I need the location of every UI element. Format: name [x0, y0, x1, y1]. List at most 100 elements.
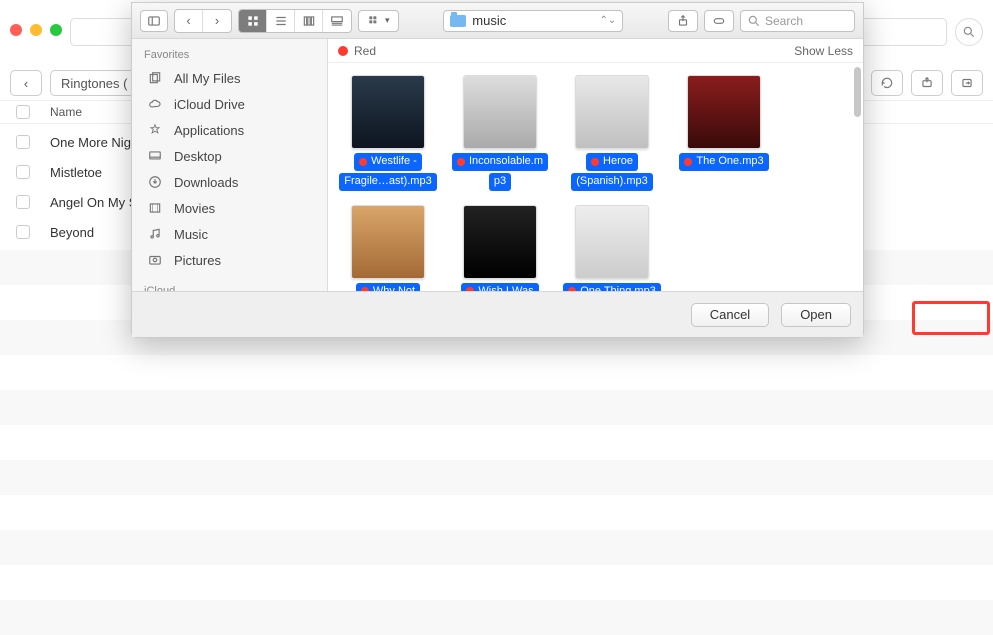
row-checkbox[interactable] [16, 165, 30, 179]
sidebar-item-label: All My Files [174, 71, 240, 86]
import-icon [960, 76, 974, 90]
share-icon [676, 14, 690, 28]
red-tag-dot-icon [361, 287, 369, 291]
file-grid[interactable]: Westlife - Fragile…ast).mp3 Inconsolable… [328, 63, 863, 291]
sidebar-item-all-my-files[interactable]: All My Files [132, 65, 327, 91]
file-label: Inconsolable.m [452, 153, 548, 171]
refresh-icon [880, 76, 894, 90]
dialog-sidebar: Favorites All My Files iCloud Drive Appl… [132, 39, 328, 291]
file-thumbnail [463, 75, 537, 149]
tag-name: Red [354, 44, 376, 58]
path-dropdown[interactable]: music ⌃⌄ [443, 10, 623, 32]
cancel-button[interactable]: Cancel [691, 303, 769, 327]
sidebar-item-applications[interactable]: Applications [132, 117, 327, 143]
bg-tool-2[interactable] [911, 70, 943, 96]
bg-search-button[interactable] [955, 18, 983, 46]
music-icon [146, 226, 164, 242]
red-tag-dot-icon [359, 158, 367, 166]
dialog-content: Red Show Less Westlife - Fragile…ast).mp… [328, 39, 863, 291]
downloads-icon [146, 174, 164, 190]
coverflow-icon [330, 14, 344, 28]
bg-tool-3[interactable] [951, 70, 983, 96]
file-label: Fragile…ast).mp3 [339, 173, 436, 191]
bg-back-button[interactable]: ‹ [10, 70, 42, 96]
nav-forward-button[interactable]: › [203, 10, 231, 32]
dialog-search-field[interactable]: Search [740, 10, 855, 32]
red-tag-dot-icon [684, 158, 692, 166]
column-view-button[interactable] [295, 10, 323, 32]
red-tag-dot-icon [568, 287, 576, 291]
button-label: Cancel [710, 307, 750, 322]
sidebar-item-label: Applications [174, 123, 244, 138]
close-window-button[interactable] [10, 24, 22, 36]
file-thumbnail [687, 75, 761, 149]
file-label: p3 [489, 173, 511, 191]
magnifier-icon [962, 25, 976, 39]
open-button[interactable]: Open [781, 303, 851, 327]
list-icon [274, 14, 288, 28]
view-segmented [238, 9, 352, 33]
open-file-dialog: ‹ › ▾ music ⌃⌄ Search Favorites All My F… [131, 2, 864, 338]
show-less-link[interactable]: Show Less [794, 44, 853, 58]
zoom-window-button[interactable] [50, 24, 62, 36]
minimize-window-button[interactable] [30, 24, 42, 36]
movies-icon [146, 200, 164, 216]
export-icon [920, 76, 934, 90]
file-item[interactable]: Heroe (Spanish).mp3 [556, 75, 668, 191]
row-checkbox[interactable] [16, 195, 30, 209]
sidebar-item-movies[interactable]: Movies [132, 195, 327, 221]
icon-view-button[interactable] [239, 10, 267, 32]
file-label: Heroe [586, 153, 638, 171]
chevron-updown-icon: ⌃⌄ [600, 15, 617, 26]
bg-breadcrumb[interactable]: Ringtones ( [50, 70, 138, 96]
cloud-icon [146, 96, 164, 112]
sidebar-item-music[interactable]: Music [132, 221, 327, 247]
sidebar-item-pictures[interactable]: Pictures [132, 247, 327, 273]
sidebar-item-label: Pictures [174, 253, 221, 268]
file-label: (Spanish).mp3 [571, 173, 653, 191]
path-label: music [472, 13, 506, 28]
bg-select-all-checkbox[interactable] [16, 105, 30, 119]
file-item[interactable]: Wish I Was Your Lover.mp3 [444, 205, 556, 292]
tag-icon [712, 14, 726, 28]
coverflow-view-button[interactable] [323, 10, 351, 32]
nav-segmented: ‹ › [174, 9, 232, 33]
sidebar-item-icloud-drive[interactable]: iCloud Drive [132, 91, 327, 117]
tags-button[interactable] [704, 10, 734, 32]
bg-name-column: Name [50, 105, 82, 119]
arrange-dropdown[interactable]: ▾ [358, 10, 399, 32]
file-label: Wish I Was [461, 283, 538, 292]
folder-icon [450, 15, 466, 27]
file-item[interactable]: Inconsolable.m p3 [444, 75, 556, 191]
row-checkbox[interactable] [16, 225, 30, 239]
breadcrumb-label: Ringtones ( [61, 76, 127, 91]
dialog-toolbar: ‹ › ▾ music ⌃⌄ Search [132, 3, 863, 39]
pictures-icon [146, 252, 164, 268]
sidebar-toggle-button[interactable] [140, 10, 168, 32]
dialog-footer: Cancel Open [132, 291, 863, 337]
bg-tool-1[interactable] [871, 70, 903, 96]
red-tag-dot-icon [338, 46, 348, 56]
sidebar-item-label: Movies [174, 201, 215, 216]
columns-icon [302, 14, 316, 28]
file-item[interactable]: Westlife - Fragile…ast).mp3 [332, 75, 444, 191]
magnifier-icon [747, 14, 761, 28]
list-view-button[interactable] [267, 10, 295, 32]
share-button[interactable] [668, 10, 698, 32]
scrollbar-thumb[interactable] [854, 67, 861, 117]
sidebar-item-downloads[interactable]: Downloads [132, 169, 327, 195]
row-checkbox[interactable] [16, 135, 30, 149]
file-thumbnail [575, 205, 649, 279]
sidebar-item-label: Music [174, 227, 208, 242]
tag-filter-bar: Red Show Less [328, 39, 863, 63]
sidebar-item-desktop[interactable]: Desktop [132, 143, 327, 169]
traffic-lights [10, 24, 62, 36]
file-item[interactable]: The One.mp3 [668, 75, 780, 191]
file-label: The One.mp3 [679, 153, 768, 171]
file-item[interactable]: One Thing.mp3 [556, 205, 668, 292]
sidebar-item-label: Downloads [174, 175, 238, 190]
nav-back-button[interactable]: ‹ [175, 10, 203, 32]
grid-icon [246, 14, 260, 28]
file-item[interactable]: Why Not Me.mp3 [332, 205, 444, 292]
file-label: Why Not [356, 283, 420, 292]
